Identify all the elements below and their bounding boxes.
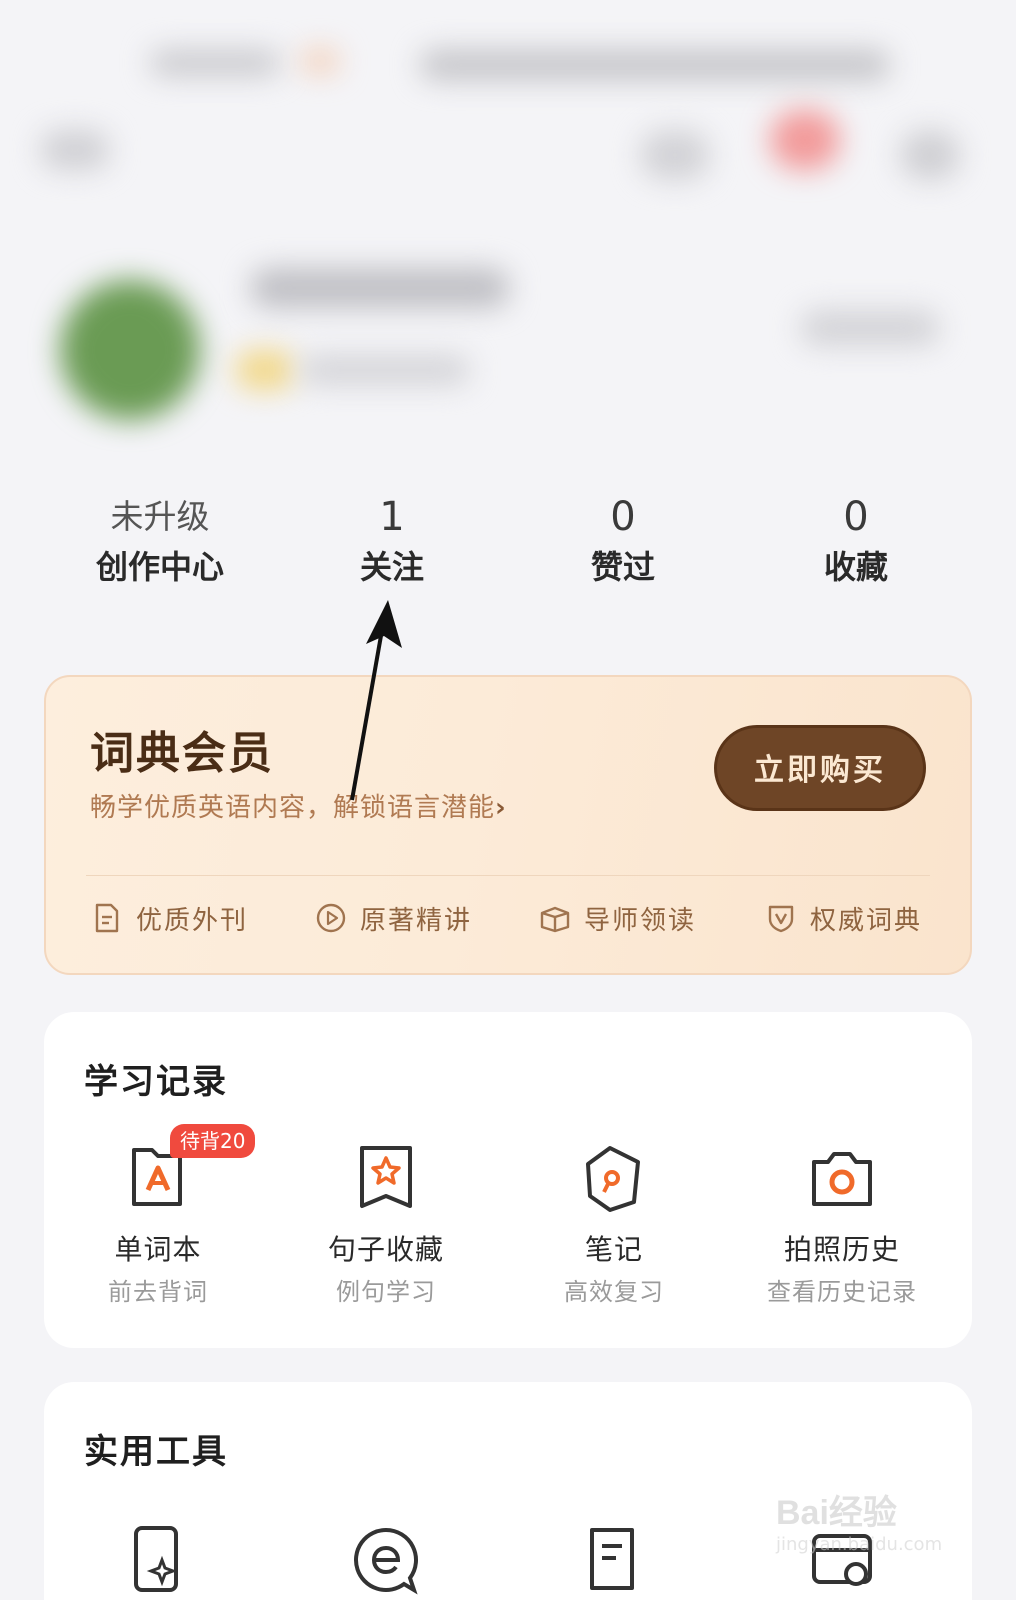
play-circle-icon bbox=[316, 903, 346, 933]
vip-feature-label: 原著精讲 bbox=[360, 905, 473, 936]
vip-feature-label: 导师领读 bbox=[584, 905, 697, 936]
item-title: 单词本 bbox=[114, 1233, 202, 1266]
camera-icon bbox=[812, 1152, 872, 1206]
watermark-brand: Bai经验 bbox=[776, 1494, 897, 1532]
item-title: 句子收藏 bbox=[327, 1233, 444, 1266]
vip-feature-tutor[interactable]: 导师领读 bbox=[538, 893, 696, 943]
item-subtitle: 查看历史记录 bbox=[767, 1278, 917, 1306]
item-subtitle: 例句学习 bbox=[336, 1278, 436, 1306]
divider bbox=[86, 875, 930, 876]
chevron-right-icon: › bbox=[495, 793, 507, 823]
blurred-profile-header bbox=[0, 0, 1016, 470]
notes-entry[interactable]: 笔记 高效复习 bbox=[504, 1142, 724, 1307]
avatar[interactable] bbox=[60, 280, 200, 420]
vip-subtitle: 畅学优质英语内容，解锁语言潜能 bbox=[90, 793, 496, 823]
tool-entry[interactable] bbox=[504, 1524, 724, 1596]
vip-feature-label: 优质外刊 bbox=[136, 905, 249, 936]
stat-value: 1 bbox=[379, 494, 405, 540]
study-records-card: 学习记录 待背20 单词本 前去背词 句子收藏 例句学习 笔记 高效复习 拍照历… bbox=[44, 1012, 972, 1348]
tool-entry[interactable] bbox=[276, 1524, 496, 1596]
annotation-arrow bbox=[350, 600, 402, 801]
stats-row: 未升级 创作中心 1 关注 0 赞过 0 收藏 bbox=[0, 490, 1016, 610]
magazine-icon bbox=[95, 903, 119, 933]
stat-value: 0 bbox=[843, 494, 869, 540]
vip-features: 优质外刊 原著精讲 导师领读 权威词典 bbox=[46, 893, 970, 943]
item-subtitle: 前去背词 bbox=[108, 1278, 208, 1306]
wordbook-entry[interactable]: 待背20 单词本 前去背词 bbox=[48, 1124, 268, 1307]
watermark: Bai经验 jingyan.baidu.com bbox=[776, 1485, 976, 1585]
vip-feature-classics[interactable]: 原著精讲 bbox=[314, 893, 472, 943]
item-title: 笔记 bbox=[584, 1233, 643, 1266]
vip-subtitle-link[interactable]: 畅学优质英语内容，解锁语言潜能› bbox=[90, 787, 507, 824]
section-title: 学习记录 bbox=[84, 1062, 228, 1102]
note-pen-icon bbox=[586, 1146, 640, 1212]
stat-favorites[interactable]: 0 收藏 bbox=[756, 490, 956, 590]
vip-feature-magazine[interactable]: 优质外刊 bbox=[90, 893, 248, 943]
phone-sparkle-icon bbox=[134, 1526, 178, 1592]
vip-title: 词典会员 bbox=[90, 728, 274, 779]
stat-label: 创作中心 bbox=[95, 548, 224, 586]
translate-bubble-icon bbox=[354, 1527, 418, 1595]
photo-history-entry[interactable]: 拍照历史 查看历史记录 bbox=[732, 1142, 952, 1307]
stat-label: 关注 bbox=[359, 548, 424, 586]
vip-membership-card[interactable]: 词典会员 畅学优质英语内容，解锁语言潜能› 立即购买 优质外刊 原著精讲 导师领… bbox=[44, 675, 972, 975]
stat-following[interactable]: 1 关注 bbox=[292, 490, 492, 590]
document-icon bbox=[590, 1528, 634, 1590]
watermark-url: jingyan.baidu.com bbox=[776, 1534, 943, 1555]
vip-feature-dictionary[interactable]: 权威词典 bbox=[764, 893, 922, 943]
buy-now-button[interactable]: 立即购买 bbox=[714, 725, 926, 811]
stat-value: 0 bbox=[610, 494, 636, 540]
tool-entry[interactable] bbox=[48, 1524, 268, 1596]
sentence-star-icon bbox=[360, 1146, 412, 1208]
open-book-icon bbox=[540, 906, 570, 933]
stat-label: 赞过 bbox=[590, 548, 655, 586]
item-subtitle: 高效复习 bbox=[564, 1278, 664, 1306]
stat-value: 未升级 bbox=[110, 497, 210, 536]
item-title: 拍照历史 bbox=[783, 1233, 900, 1266]
pending-badge: 待背20 bbox=[170, 1124, 256, 1158]
vip-feature-label: 权威词典 bbox=[810, 905, 923, 936]
section-title: 实用工具 bbox=[84, 1432, 228, 1472]
stat-liked[interactable]: 0 赞过 bbox=[523, 490, 723, 590]
stat-label: 收藏 bbox=[823, 548, 888, 586]
stat-creator-center[interactable]: 未升级 创作中心 bbox=[60, 490, 260, 590]
sentence-favorites-entry[interactable]: 句子收藏 例句学习 bbox=[276, 1142, 496, 1307]
shield-v-icon bbox=[768, 905, 794, 933]
